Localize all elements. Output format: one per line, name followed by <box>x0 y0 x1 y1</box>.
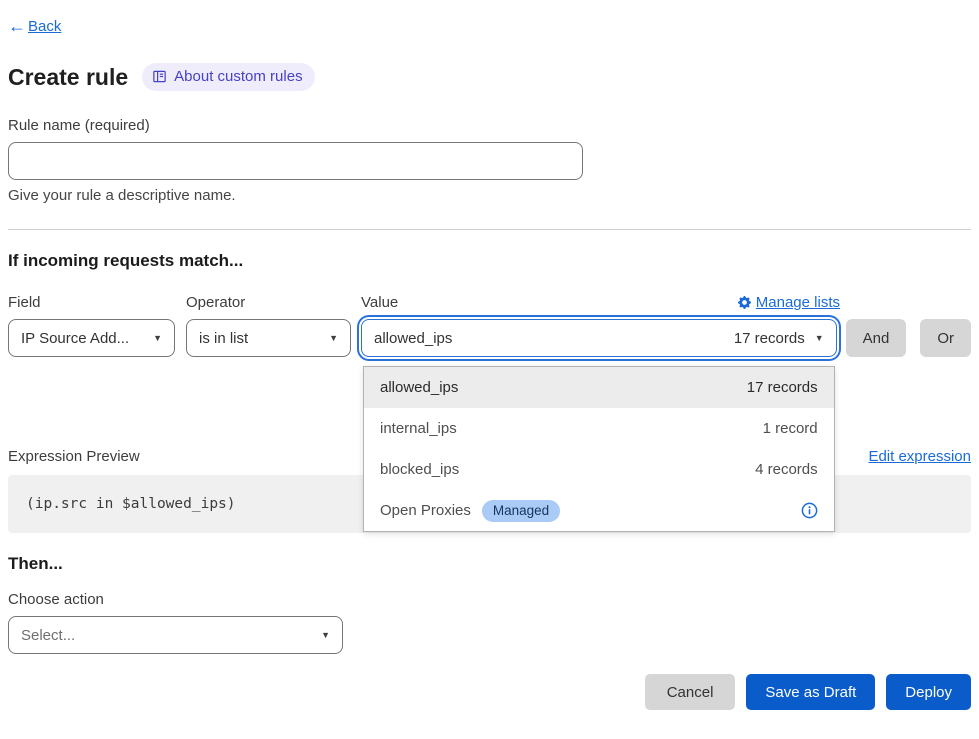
operator-select-value: is in list <box>199 330 248 347</box>
match-selects-row: IP Source Add... ▼ is in list ▼ allowed_… <box>8 319 971 357</box>
chevron-down-icon: ▼ <box>329 333 338 343</box>
save-as-draft-button[interactable]: Save as Draft <box>746 674 875 710</box>
or-button[interactable]: Or <box>920 319 971 357</box>
edit-expression-link[interactable]: Edit expression <box>868 448 971 465</box>
list-item-records: 4 records <box>755 461 818 478</box>
value-dropdown: allowed_ips 17 records internal_ips 1 re… <box>363 366 835 532</box>
match-labels-row: Field Operator Value Manage lists <box>8 294 971 311</box>
list-item-name: blocked_ips <box>380 461 459 478</box>
section-divider <box>8 229 971 230</box>
back-link[interactable]: ← Back <box>8 16 971 37</box>
cancel-button[interactable]: Cancel <box>645 674 736 710</box>
action-select-placeholder: Select... <box>21 627 75 644</box>
title-row: Create rule About custom rules <box>8 63 971 91</box>
value-select-value: allowed_ips <box>374 330 452 347</box>
and-button[interactable]: And <box>846 319 907 357</box>
book-icon <box>152 69 167 84</box>
list-item-blocked-ips[interactable]: blocked_ips 4 records <box>364 449 834 490</box>
rule-name-label: Rule name (required) <box>8 117 971 134</box>
list-item-internal-ips[interactable]: internal_ips 1 record <box>364 408 834 449</box>
list-item-name: Open Proxies <box>380 502 471 519</box>
then-heading: Then... <box>8 554 971 574</box>
info-icon[interactable] <box>801 502 818 519</box>
action-select[interactable]: Select... ▼ <box>8 616 343 654</box>
field-select[interactable]: IP Source Add... ▼ <box>8 319 175 357</box>
back-link-label[interactable]: Back <box>28 18 61 35</box>
footer-actions: Cancel Save as Draft Deploy <box>8 674 971 710</box>
field-select-value: IP Source Add... <box>21 330 129 347</box>
operator-select[interactable]: is in list ▼ <box>186 319 351 357</box>
gear-icon <box>738 296 751 309</box>
choose-action-label: Choose action <box>8 591 971 608</box>
managed-badge: Managed <box>482 500 560 522</box>
chevron-down-icon: ▼ <box>153 333 162 343</box>
list-item-name: internal_ips <box>380 420 457 437</box>
list-item-allowed-ips[interactable]: allowed_ips 17 records <box>364 367 834 408</box>
value-select[interactable]: allowed_ips 17 records ▼ <box>361 319 837 357</box>
value-select-records: 17 records <box>734 330 805 347</box>
operator-label: Operator <box>186 294 361 311</box>
deploy-button[interactable]: Deploy <box>886 674 971 710</box>
manage-lists-link[interactable]: Manage lists <box>738 294 840 311</box>
labels-spacer <box>840 294 971 311</box>
list-item-records: 1 record <box>763 420 818 437</box>
list-item-name: allowed_ips <box>380 379 458 396</box>
create-rule-page: ← Back Create rule About custom rules Ru… <box>0 0 979 739</box>
value-label-row: Value Manage lists <box>361 294 840 311</box>
value-select-wrap: allowed_ips 17 records ▼ allowed_ips 17 … <box>361 319 837 357</box>
back-arrow-icon: ← <box>8 16 26 37</box>
chevron-down-icon: ▼ <box>321 630 330 640</box>
about-custom-rules-label: About custom rules <box>174 68 302 85</box>
rule-name-input[interactable] <box>8 142 583 180</box>
expression-preview-label: Expression Preview <box>8 448 140 465</box>
chevron-down-icon: ▼ <box>815 333 824 343</box>
match-section: Field Operator Value Manage lists IP Sou… <box>8 294 971 357</box>
list-item-open-proxies[interactable]: Open Proxies Managed <box>364 490 834 531</box>
page-title: Create rule <box>8 64 128 91</box>
about-custom-rules-link[interactable]: About custom rules <box>142 63 314 91</box>
expression-code: (ip.src in $allowed_ips) <box>26 496 236 512</box>
match-heading: If incoming requests match... <box>8 251 971 271</box>
field-label: Field <box>8 294 186 311</box>
rule-name-helper: Give your rule a descriptive name. <box>8 187 971 204</box>
value-label: Value <box>361 294 398 311</box>
list-item-records: 17 records <box>747 379 818 396</box>
manage-lists-label[interactable]: Manage lists <box>756 294 840 311</box>
